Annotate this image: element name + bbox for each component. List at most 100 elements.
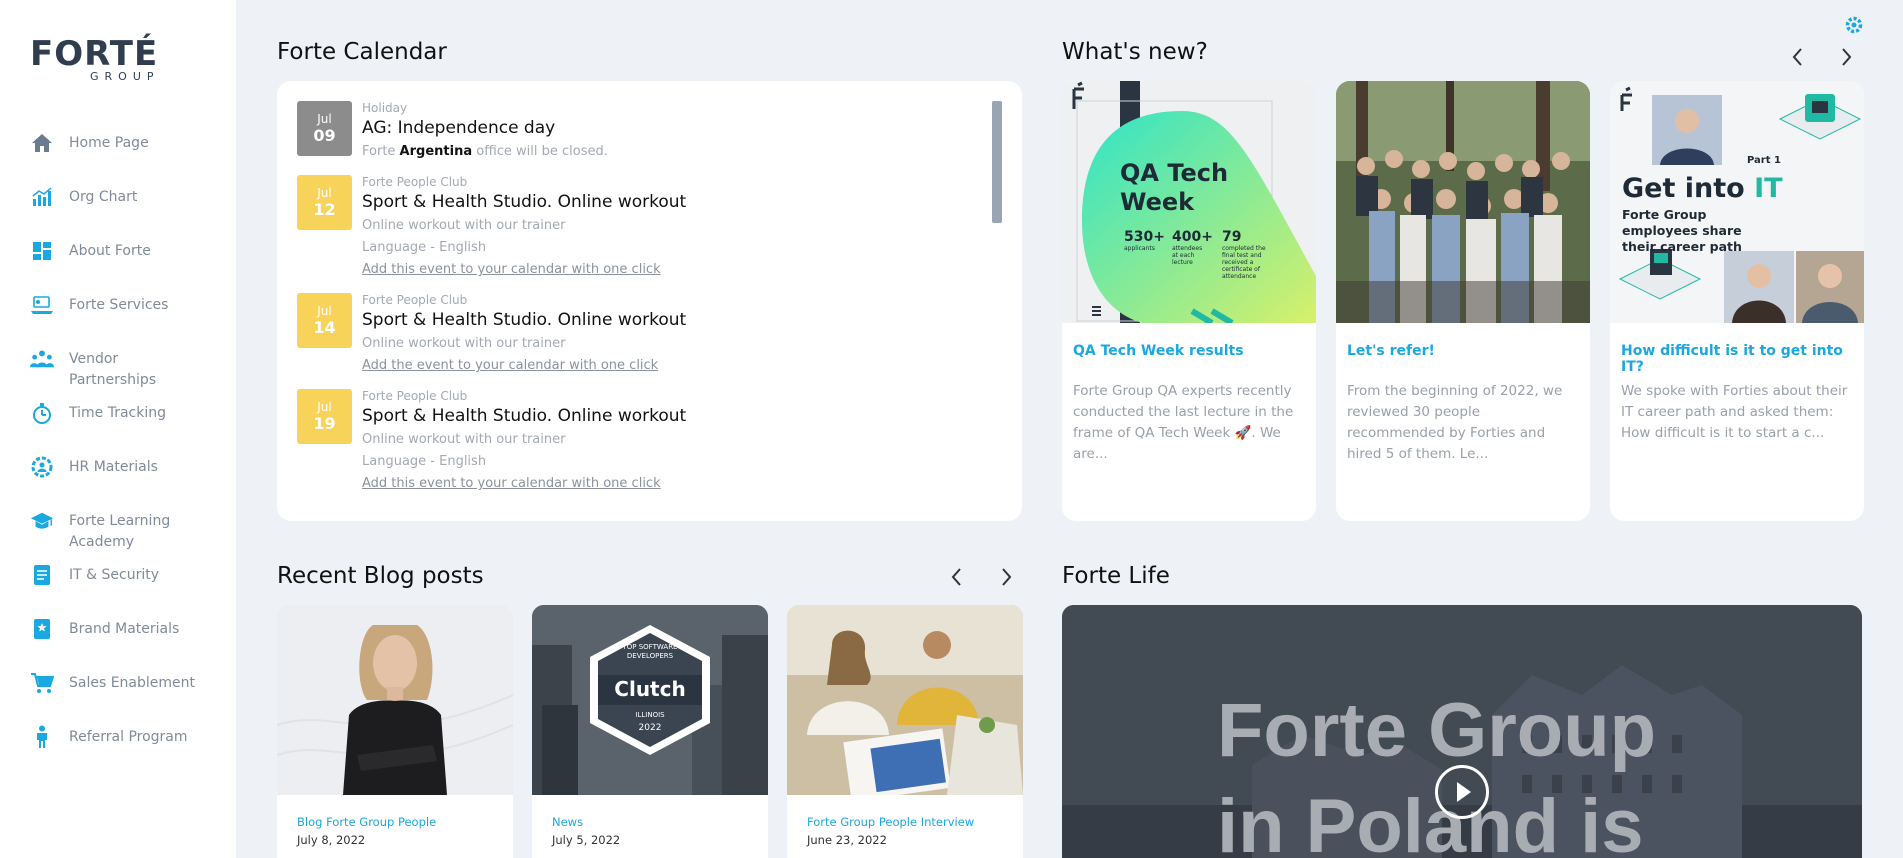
gear-person-icon [30,455,54,479]
event-month: Jul [317,303,332,318]
whats-new-prev-button[interactable] [1788,47,1808,67]
sidebar-item-label: Sales Enablement [69,675,196,691]
logo-wordmark: FORTÉ [30,34,159,74]
event-day: 14 [313,317,336,337]
news-card[interactable]: Let's refer! From the beginning of 2022,… [1336,81,1590,521]
sidebar-item-brand-materials[interactable]: Brand Materials [30,617,209,641]
sidebar-item-org-chart[interactable]: Org Chart [30,185,209,209]
calendar-event: Jul 09 Holiday AG: Independence day Fort… [297,101,922,163]
clutch-badge-name: Clutch [614,677,686,701]
qa-week-stat: 400+ attendees at each lecture [1172,229,1213,266]
forte-logo[interactable]: FORTÉ GROUP [30,36,160,83]
forte-life-video[interactable]: Forte Group in Poland is [1062,605,1862,858]
event-description: Online workout with our trainer [362,336,566,351]
sidebar-item-label: Vendor Partnerships [69,351,157,388]
blog-date: June 23, 2022 [807,833,887,847]
sidebar-item-label: IT & Security [69,567,159,583]
whats-new-title: What's new? [1062,39,1208,65]
news-image-qa-tech-week: QA Tech Week 530+ applicants 400+ attend… [1062,81,1316,323]
grid-icon [30,239,54,263]
event-title: AG: Independence day [362,118,556,138]
clutch-badge-top: TOP SOFTWARE DEVELOPERS [622,643,678,660]
sidebar-item-label: About Forte [69,243,151,259]
play-icon[interactable] [1435,765,1489,819]
event-title: Sport & Health Studio. Online workout [362,310,687,330]
sidebar-item-label: Forte Learning Academy [69,513,171,550]
video-overlay-text: Forte Group in Poland is [1217,688,1657,858]
sidebar-item-label: Org Chart [69,189,138,205]
event-month: Jul [317,111,332,126]
chevron-right-icon [1002,568,1012,586]
stopwatch-icon [30,401,54,425]
blog-category[interactable]: Forte Group People Interview [807,815,974,829]
qa-week-heading: QA Tech Week [1120,159,1229,216]
news-image-get-into-it: Part 1 Get into IT Forte Group employees… [1610,81,1864,323]
blog-date: July 8, 2022 [297,833,366,847]
sidebar-item-forte-learning-academy[interactable]: Forte Learning Academy [30,509,209,553]
sidebar-item-sales-enablement[interactable]: Sales Enablement [30,671,209,695]
news-card[interactable]: QA Tech Week 530+ applicants 400+ attend… [1062,81,1316,521]
blog-card[interactable]: Forte Group People Interview June 23, 20… [787,605,1023,858]
chevron-left-icon [951,568,961,586]
news-card[interactable]: Part 1 Get into IT Forte Group employees… [1610,81,1864,521]
book-icon [30,617,54,641]
news-title[interactable]: Let's refer! [1347,343,1435,359]
blog-image-portrait [277,605,513,795]
event-category: Holiday [362,101,408,115]
blog-card[interactable]: Blog Forte Group People July 8, 2022 [277,605,513,858]
qa-week-stat: 530+ applicants [1124,229,1165,252]
clutch-badge-year: 2022 [638,723,662,733]
news-image-team-photo [1336,81,1590,323]
event-title: Sport & Health Studio. Online workout [362,192,687,212]
calendar-event: Jul 14 Forte People Club Sport & Health … [297,293,922,377]
blog-prev-button[interactable] [947,567,967,587]
chart-icon [30,185,54,209]
graduation-cap-icon [30,509,54,533]
calendar-title: Forte Calendar [277,39,447,65]
sidebar: FORTÉ GROUP Home Page Org Chart About Fo… [0,0,236,858]
event-description: Online workout with our trainer [362,432,566,447]
event-day: 09 [313,125,336,145]
calendar-scrollbar[interactable] [992,101,1002,223]
add-to-calendar-link[interactable]: Add this event to your calendar with one… [362,259,922,281]
add-to-calendar-link[interactable]: Add this event to your calendar with one… [362,473,922,495]
event-category: Forte People Club [362,389,468,403]
blog-category[interactable]: News [552,815,583,829]
get-into-it-part: Part 1 [1747,155,1781,166]
event-date-badge: Jul 09 [297,101,352,156]
event-title: Sport & Health Studio. Online workout [362,406,687,426]
event-day: 12 [313,199,336,219]
sidebar-item-home-page[interactable]: Home Page [30,131,209,155]
add-to-calendar-link[interactable]: Add the event to your calendar with one … [362,355,922,377]
sidebar-item-vendor-partnerships[interactable]: Vendor Partnerships [30,347,209,391]
blog-category[interactable]: Blog Forte Group People [297,815,436,829]
event-month: Jul [317,399,332,414]
event-category: Forte People Club [362,293,468,307]
calendar-event: Jul 12 Forte People Club Sport & Health … [297,175,922,281]
sidebar-item-label: HR Materials [69,459,158,475]
news-title[interactable]: How difficult is it to get into IT? [1621,343,1864,375]
blog-card[interactable]: TOP SOFTWARE DEVELOPERS Clutch ILLINOIS … [532,605,768,858]
calendar-panel: Jul 09 Holiday AG: Independence day Fort… [277,81,1022,521]
calendar-event: Jul 19 Forte People Club Sport & Health … [297,389,922,495]
people-icon [30,347,54,371]
cart-icon [30,671,54,695]
news-title[interactable]: QA Tech Week results [1073,343,1244,359]
sidebar-item-label: Time Tracking [69,405,166,421]
sidebar-item-referral-program[interactable]: Referral Program [30,725,209,749]
sidebar-item-label: Home Page [69,135,149,151]
sidebar-item-forte-services[interactable]: Forte Services [30,293,209,317]
sidebar-item-about-forte[interactable]: About Forte [30,239,209,263]
news-excerpt: From the beginning of 2022, we reviewed … [1347,383,1563,462]
forte-life-title: Forte Life [1062,563,1170,589]
chevron-right-icon [1842,48,1852,66]
blog-date: July 5, 2022 [552,833,621,847]
home-icon [30,131,54,155]
sidebar-item-hr-materials[interactable]: HR Materials [30,455,209,479]
event-description: Forte Argentina office will be closed. [362,144,608,159]
whats-new-next-button[interactable] [1836,47,1856,67]
sidebar-item-it-security[interactable]: IT & Security [30,563,209,587]
blog-next-button[interactable] [996,567,1016,587]
settings-gear-icon[interactable] [1845,16,1863,34]
sidebar-item-time-tracking[interactable]: Time Tracking [30,401,209,425]
